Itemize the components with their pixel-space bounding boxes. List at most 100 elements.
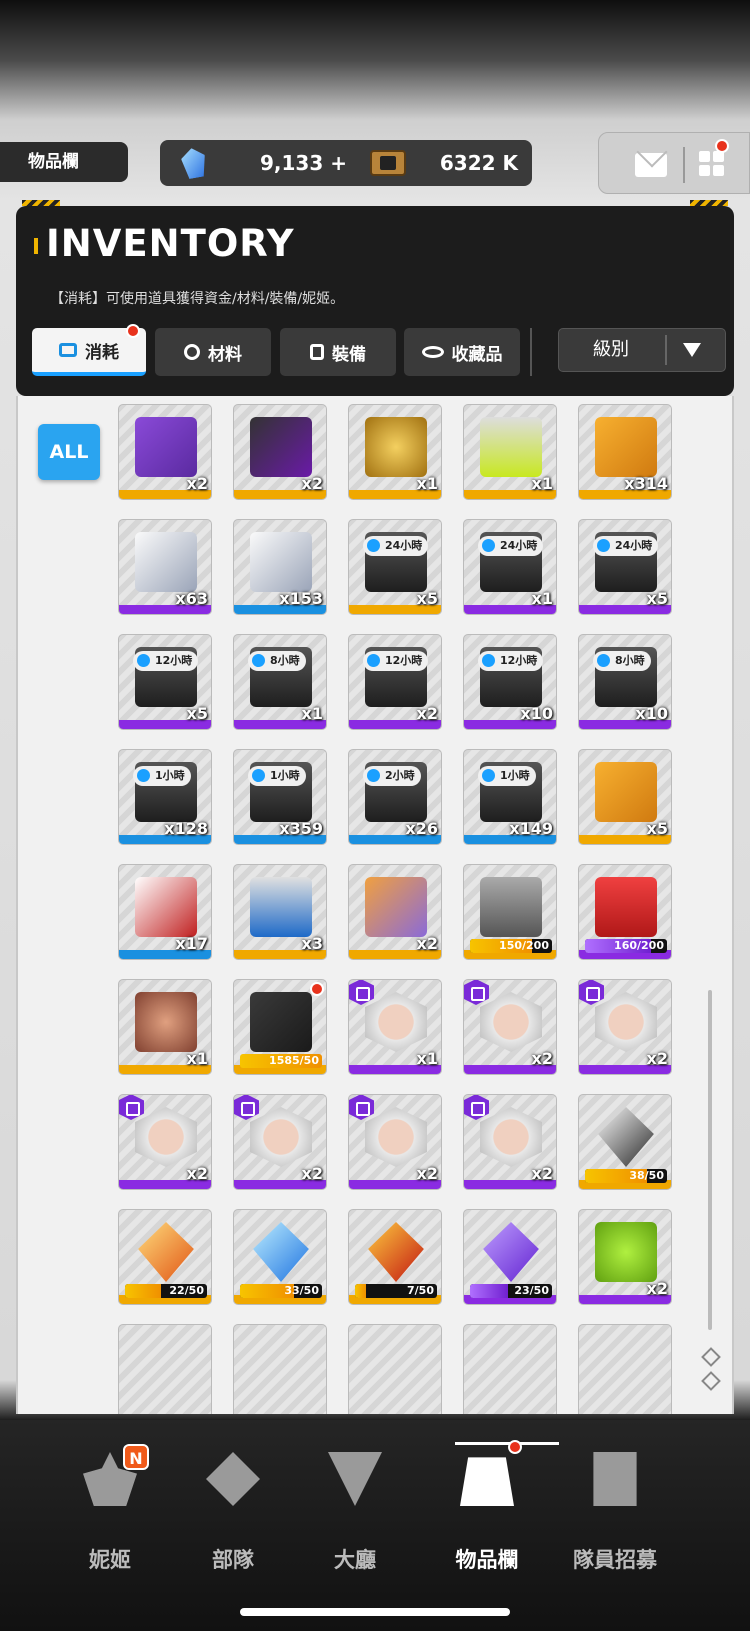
timer-badge: 24小時	[593, 536, 659, 556]
inventory-item[interactable]: x2	[578, 979, 672, 1075]
battery-icon	[480, 417, 542, 477]
item-count: x2	[301, 474, 323, 493]
tab-collection[interactable]: 收藏品	[404, 328, 520, 376]
tab-label: 裝備	[332, 344, 366, 365]
inventory-item[interactable]: x2	[118, 1094, 212, 1190]
item-count: x5	[646, 589, 668, 608]
inventory-item[interactable]	[233, 1324, 327, 1414]
inventory-item[interactable]: 12小時 x10	[463, 634, 557, 730]
nav-inventory[interactable]: 物品欄	[432, 1440, 542, 1572]
inventory-item[interactable]: x2	[118, 404, 212, 500]
inventory-item[interactable]: 2小時 x26	[348, 749, 442, 845]
inventory-item[interactable]: x1	[348, 979, 442, 1075]
inventory-item[interactable]: 12小時 x2	[348, 634, 442, 730]
inventory-item[interactable]	[463, 1324, 557, 1414]
item-count: x26	[405, 819, 438, 838]
currency-bar[interactable]: 9,133 + 6322 K	[160, 140, 532, 186]
red-crate-icon	[135, 877, 197, 937]
inventory-item[interactable]: x2	[233, 404, 327, 500]
mail-icon[interactable]	[635, 153, 667, 177]
item-count: x1	[416, 474, 438, 493]
progress-text: 150/200	[499, 939, 549, 952]
inventory-item[interactable]	[348, 1324, 442, 1414]
item-count: x5	[186, 704, 208, 723]
item-count: x314	[624, 474, 668, 493]
inventory-item[interactable]	[118, 1324, 212, 1414]
inventory-item[interactable]: x2	[578, 1209, 672, 1305]
inventory-item[interactable]: x1	[463, 404, 557, 500]
menu-grid-icon[interactable]	[699, 151, 725, 177]
divider	[683, 147, 685, 183]
inventory-item[interactable]: 1小時 x149	[463, 749, 557, 845]
inventory-item[interactable]: 7/50	[348, 1209, 442, 1305]
tab-consumable[interactable]: 消耗	[32, 324, 146, 376]
progress-text: 38/50	[629, 1169, 664, 1182]
inventory-item[interactable]: 24小時 x1	[463, 519, 557, 615]
inventory-item[interactable]: 1小時 x128	[118, 749, 212, 845]
inventory-item[interactable]: 1小時 x359	[233, 749, 327, 845]
item-count: x1	[531, 474, 553, 493]
inventory-item[interactable]: 33/50	[233, 1209, 327, 1305]
inventory-item[interactable]: x2	[348, 1094, 442, 1190]
supply-basket-icon	[250, 877, 312, 937]
nav-nikke[interactable]: N 妮姬	[55, 1444, 165, 1572]
credit-icon	[370, 150, 406, 176]
inventory-item[interactable]: 12小時 x5	[118, 634, 212, 730]
inventory-item[interactable]: 22/50	[118, 1209, 212, 1305]
inventory-item[interactable]: 38/50	[578, 1094, 672, 1190]
inventory-item[interactable]: x2	[233, 1094, 327, 1190]
item-count: x1	[531, 589, 553, 608]
nav-recruit[interactable]: 隊員招募	[560, 1452, 670, 1572]
inventory-item[interactable]: x314	[578, 404, 672, 500]
progress-bar: 33/50	[240, 1284, 322, 1298]
credit-amount: 6322 K	[439, 151, 518, 175]
inventory-item[interactable]: 23/50	[463, 1209, 557, 1305]
progress-fill	[470, 1284, 508, 1298]
progress-bar: 7/50	[355, 1284, 437, 1298]
black-gift-box-icon	[250, 417, 312, 477]
nav-label: 大廳	[334, 1548, 376, 1572]
gift-box-icon	[135, 417, 197, 477]
inventory-item[interactable]: x5	[578, 749, 672, 845]
silver-crate-icon	[250, 532, 312, 592]
nav-lobby[interactable]: 大廳	[300, 1452, 410, 1572]
consumable-icon	[59, 343, 77, 357]
rarity-corner-icon	[119, 1095, 144, 1120]
equipment-icon	[310, 344, 324, 360]
inventory-item[interactable]: x63	[118, 519, 212, 615]
colorful-case-icon	[365, 877, 427, 937]
sort-dropdown[interactable]: 級別	[558, 328, 726, 372]
inventory-item[interactable]: x1	[118, 979, 212, 1075]
inventory-item[interactable]: 24小時 x5	[348, 519, 442, 615]
item-grid[interactable]: ALL x2 x2 x1 x1 x314 x63 x153 24小時 x5 24小時 x1 24小時 x…	[16, 396, 734, 1414]
inventory-item[interactable]: 8小時 x10	[578, 634, 672, 730]
item-count: x63	[175, 589, 208, 608]
inventory-item[interactable]: x17	[118, 864, 212, 960]
inventory-item[interactable]	[578, 1324, 672, 1414]
inventory-item[interactable]: x2	[463, 1094, 557, 1190]
inventory-item[interactable]: x153	[233, 519, 327, 615]
inventory-item[interactable]: 150/200	[463, 864, 557, 960]
inventory-item[interactable]: x2	[463, 979, 557, 1075]
rarity-corner-icon	[464, 980, 489, 1005]
tab-material[interactable]: 材料	[155, 328, 271, 376]
tab-equipment[interactable]: 裝備	[280, 328, 396, 376]
scrollbar[interactable]	[708, 990, 712, 1330]
nav-squad[interactable]: 部隊	[178, 1452, 288, 1572]
inventory-item[interactable]: x2	[348, 864, 442, 960]
nav-label: 妮姬	[89, 1548, 131, 1572]
silver-crate-icon	[135, 532, 197, 592]
inventory-item[interactable]: x1	[348, 404, 442, 500]
inventory-item[interactable]: 1585/50	[233, 979, 327, 1075]
item-count: x2	[416, 1164, 438, 1183]
progress-bar: 150/200	[470, 939, 552, 953]
rarity-corner-icon	[579, 980, 604, 1005]
inventory-item[interactable]: 24小時 x5	[578, 519, 672, 615]
inventory-description: 【消耗】可使用道具獲得資金/材料/裝備/妮姬。	[50, 291, 345, 307]
inventory-item[interactable]: 160/200	[578, 864, 672, 960]
progress-text: 7/50	[407, 1284, 434, 1297]
inventory-item[interactable]: 8小時 x1	[233, 634, 327, 730]
filter-all-button[interactable]: ALL	[38, 424, 100, 480]
item-count: x2	[416, 934, 438, 953]
inventory-item[interactable]: x3	[233, 864, 327, 960]
